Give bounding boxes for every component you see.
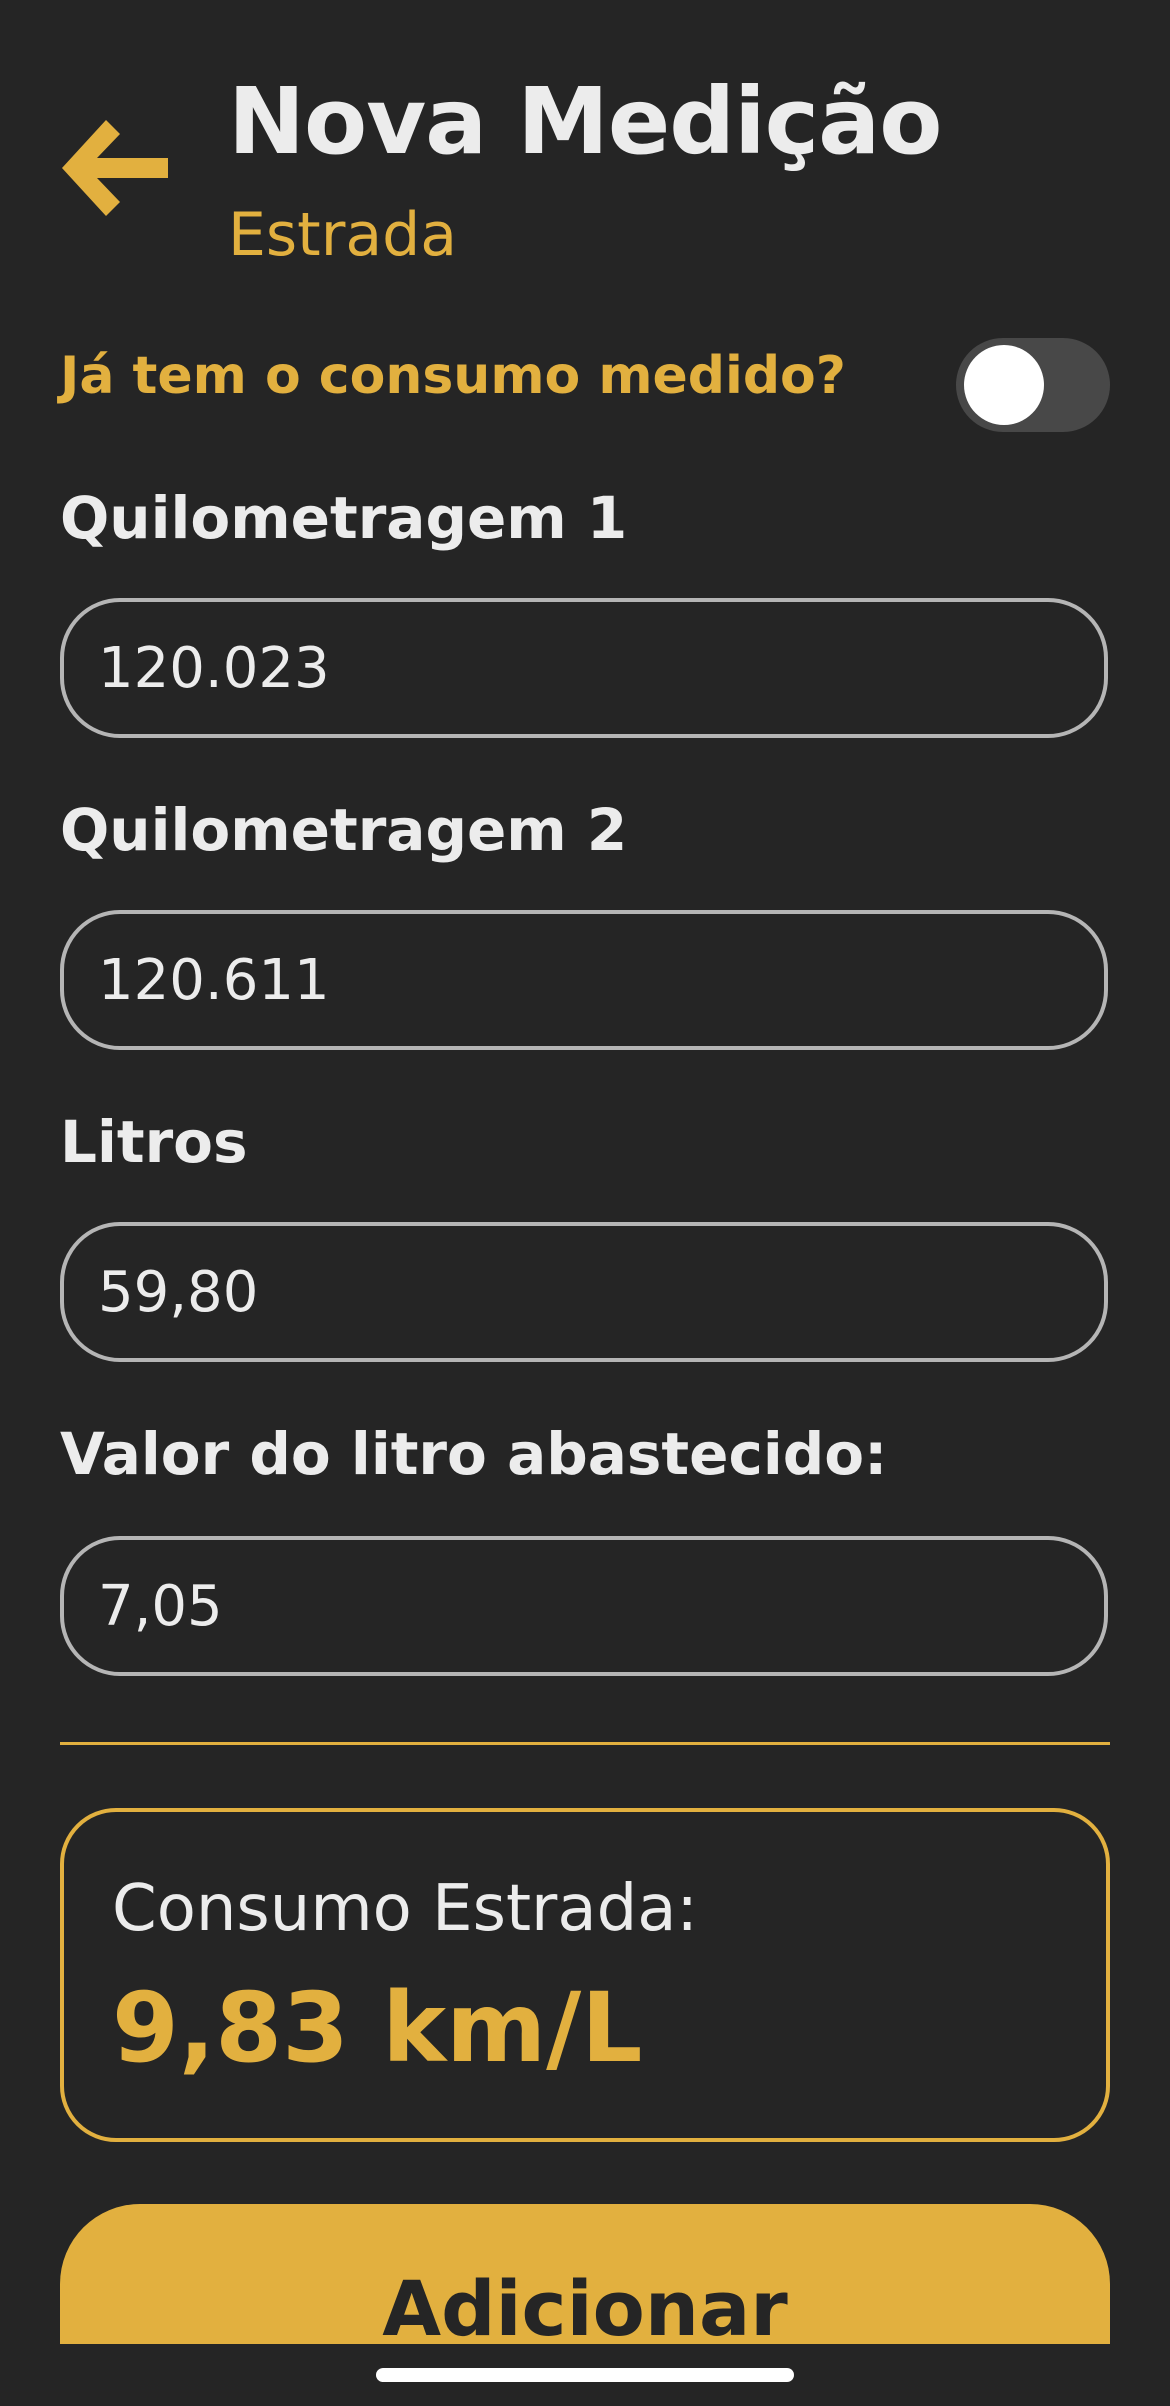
page-title: Nova Medição bbox=[228, 68, 942, 175]
liters-field-box bbox=[60, 1222, 1108, 1362]
header: Nova Medição Estrada bbox=[0, 0, 1170, 300]
price-per-liter-input[interactable] bbox=[64, 1540, 1104, 1672]
new-measurement-screen: Nova Medição Estrada Já tem o consumo me… bbox=[0, 0, 1170, 2406]
mileage-1-field-box bbox=[60, 598, 1108, 738]
mileage-2-input[interactable] bbox=[64, 914, 1104, 1046]
mileage-1-label: Quilometragem 1 bbox=[60, 484, 628, 552]
measured-consumption-toggle[interactable] bbox=[956, 338, 1110, 432]
mileage-2-label: Quilometragem 2 bbox=[60, 796, 628, 864]
consumption-result-card: Consumo Estrada: 9,83 km/L bbox=[60, 1808, 1110, 2142]
mileage-2-field-box bbox=[60, 910, 1108, 1050]
home-indicator bbox=[376, 2368, 794, 2382]
liters-label: Litros bbox=[60, 1108, 248, 1176]
section-divider bbox=[60, 1742, 1110, 1745]
arrow-left-icon bbox=[62, 120, 168, 216]
toggle-knob bbox=[964, 345, 1044, 425]
consumption-result-value: 9,83 km/L bbox=[112, 1972, 643, 2084]
mileage-1-input[interactable] bbox=[64, 602, 1104, 734]
liters-input[interactable] bbox=[64, 1226, 1104, 1358]
back-button[interactable] bbox=[56, 112, 174, 222]
price-per-liter-label: Valor do litro abastecido: bbox=[60, 1420, 888, 1488]
consumption-result-label: Consumo Estrada: bbox=[112, 1872, 698, 1946]
measured-consumption-question: Já tem o consumo medido? bbox=[60, 346, 846, 406]
page-subtitle: Estrada bbox=[228, 200, 457, 270]
add-button-label: Adicionar bbox=[382, 2264, 788, 2344]
price-per-liter-field-box bbox=[60, 1536, 1108, 1676]
add-button[interactable]: Adicionar bbox=[60, 2204, 1110, 2344]
